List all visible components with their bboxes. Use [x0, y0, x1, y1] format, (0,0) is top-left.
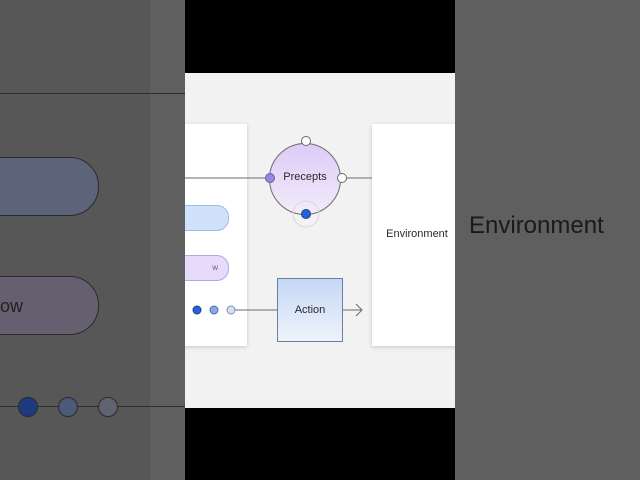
precepts-left-port: [265, 173, 275, 183]
precepts-top-port: [301, 136, 311, 146]
background-blue-pill: [0, 157, 99, 216]
diagram-frame: w Precepts Action Environment: [185, 73, 455, 408]
background-connector-line: [0, 93, 185, 94]
background-left-panel: ow: [0, 0, 185, 480]
action-label: Action: [294, 304, 326, 316]
background-pill-text: ow: [0, 296, 24, 316]
action-dot-3: [226, 305, 236, 315]
action-dot-1: [192, 305, 202, 315]
environment-label: Environment: [386, 228, 448, 240]
precepts-bottom-port: [301, 209, 311, 219]
background-right-panel: Environment: [455, 0, 640, 480]
background-environment-label: Environment: [469, 212, 604, 239]
port-dots: [192, 136, 347, 315]
precepts-right-port: [337, 173, 347, 183]
background-dot-3: [98, 397, 118, 417]
background-dot-2: [58, 397, 78, 417]
background-dot-1: [18, 397, 38, 417]
action-dot-2: [209, 305, 219, 315]
